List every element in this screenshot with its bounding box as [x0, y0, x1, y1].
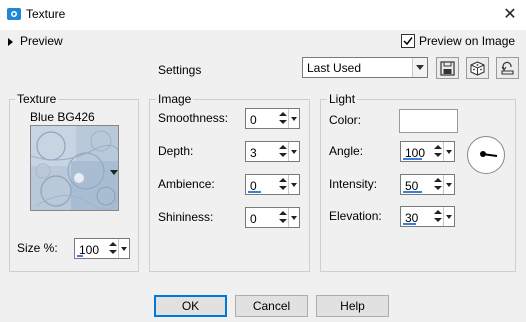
texture-dropdown-arrow[interactable]: [110, 165, 118, 179]
spin-arrows-icon[interactable]: [433, 208, 443, 225]
settings-label: Settings: [158, 63, 202, 77]
texture-group-label: Texture: [15, 92, 59, 106]
smoothness-value: 0: [250, 113, 257, 127]
size-level-bar: [77, 255, 83, 257]
preview-on-image-checkbox[interactable]: Preview on Image: [401, 33, 516, 50]
chevron-down-icon[interactable]: [288, 175, 299, 194]
close-icon[interactable]: ✕: [500, 5, 520, 25]
reset-button[interactable]: [496, 57, 519, 79]
shininess-label: Shininess:: [158, 210, 214, 224]
image-group-label: Image: [156, 92, 194, 106]
shininess-spinner[interactable]: 0: [245, 207, 300, 228]
manage-presets-button[interactable]: [466, 57, 489, 79]
depth-value: 3: [250, 146, 257, 160]
chevron-down-icon[interactable]: [288, 109, 299, 128]
help-button[interactable]: Help: [316, 295, 389, 317]
save-icon: [440, 61, 455, 76]
light-color-swatch[interactable]: [399, 109, 458, 133]
depth-spinner[interactable]: 3: [245, 141, 300, 162]
spin-arrows-icon[interactable]: [433, 143, 443, 160]
reset-icon: [501, 61, 514, 75]
chevron-down-icon[interactable]: [443, 207, 454, 226]
preview-toggle[interactable]: Preview: [8, 34, 63, 50]
depth-label: Depth:: [158, 144, 194, 158]
spin-arrows-icon[interactable]: [433, 176, 443, 193]
smoothness-spinner[interactable]: 0: [245, 108, 300, 129]
triangle-right-icon: [8, 37, 13, 46]
intensity-spinner[interactable]: 50: [400, 174, 455, 195]
preview-label: Preview: [20, 34, 63, 48]
preset-value: Last Used: [307, 61, 362, 75]
intensity-level-bar: [403, 191, 422, 193]
spin-arrows-icon[interactable]: [278, 209, 288, 226]
angle-dial[interactable]: [467, 136, 505, 174]
angle-pointer-icon: [480, 151, 498, 157]
dice-icon: [470, 61, 485, 76]
chevron-down-icon[interactable]: [443, 142, 454, 161]
chevron-down-icon[interactable]: [443, 175, 454, 194]
angle-spinner[interactable]: 100: [400, 141, 455, 162]
angle-label: Angle:: [329, 144, 364, 158]
cancel-button[interactable]: Cancel: [235, 295, 308, 317]
texture-name: Blue BG426: [30, 110, 95, 124]
size-label: Size %:: [17, 241, 58, 255]
ok-button[interactable]: OK: [154, 295, 227, 317]
angle-level-bar: [403, 158, 422, 160]
texture-thumbnail[interactable]: [30, 125, 119, 211]
chevron-down-icon[interactable]: [288, 208, 299, 227]
ambience-level-bar: [248, 191, 261, 193]
spin-arrows-icon[interactable]: [278, 176, 288, 193]
save-preset-button[interactable]: [436, 57, 459, 79]
spin-arrows-icon[interactable]: [108, 240, 118, 257]
color-label: Color:: [329, 113, 362, 127]
ambience-spinner[interactable]: 0: [245, 174, 300, 195]
preview-on-image-label: Preview on Image: [419, 34, 516, 48]
shininess-value: 0: [250, 212, 257, 226]
elevation-level-bar: [403, 223, 416, 225]
intensity-label: Intensity:: [329, 177, 378, 191]
chevron-down-icon[interactable]: [288, 142, 299, 161]
chevron-down-icon[interactable]: [118, 239, 129, 258]
ambience-label: Ambience:: [158, 177, 215, 191]
window-title: Texture: [26, 7, 66, 21]
spin-arrows-icon[interactable]: [278, 143, 288, 160]
checkbox-checked-icon: [401, 33, 415, 48]
elevation-label: Elevation:: [329, 209, 382, 223]
title-bar: [0, 0, 526, 30]
light-group-label: Light: [327, 92, 358, 106]
elevation-spinner[interactable]: 30: [400, 206, 455, 227]
preset-dropdown[interactable]: Last Used: [302, 57, 428, 78]
chevron-down-icon: [412, 58, 427, 77]
size-spinner[interactable]: 100: [74, 238, 130, 259]
smoothness-label: Smoothness:: [158, 111, 229, 125]
texture-app-icon: [7, 7, 21, 21]
spin-arrows-icon[interactable]: [278, 110, 288, 127]
